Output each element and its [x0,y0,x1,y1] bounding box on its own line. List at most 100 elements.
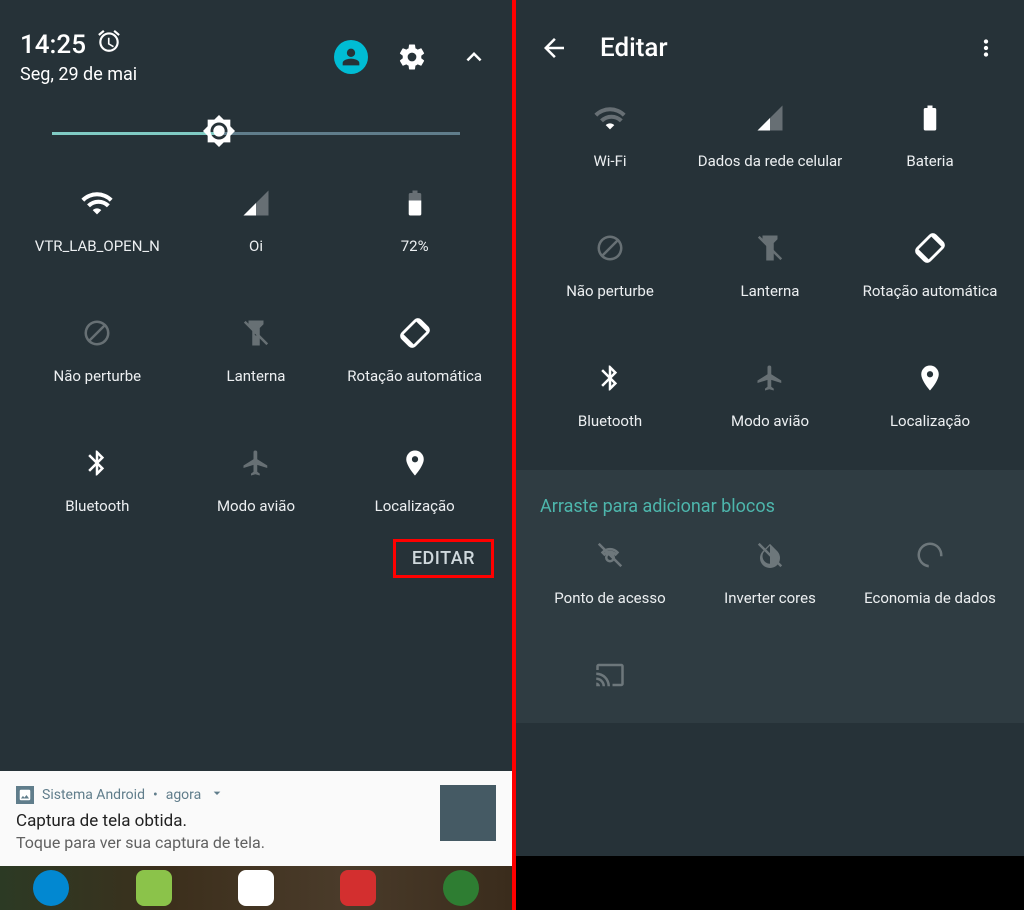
rotation-icon [912,230,948,266]
notification-thumbnail [440,785,496,841]
hotspot-tile[interactable]: Ponto de acesso [530,537,690,607]
clock-date: Seg, 29 de mai [20,64,137,86]
wifi-icon [79,185,115,221]
bluetooth-icon [79,445,115,481]
dnd-icon [79,315,115,351]
flashlight-icon [752,230,788,266]
cellular-tile[interactable]: Oi [177,185,336,255]
airplane-tile[interactable]: Modo avião [690,360,850,430]
wifi-tile[interactable]: Wi-Fi [530,100,690,170]
rotation-tile[interactable]: Rotação automática [850,230,1010,300]
tile-label: Rotação automática [863,282,998,300]
hotspot-icon [592,537,628,573]
more-vert-icon[interactable] [968,30,1004,66]
tile-label: Modo avião [217,497,295,515]
tile-label: Bluetooth [578,412,642,430]
alarm-icon [96,28,122,62]
tile-label: Inverter cores [724,589,816,607]
data-saver-tile[interactable]: Economia de dados [850,537,1010,607]
home-launcher-strip [0,866,512,910]
cellular-tile[interactable]: Dados da rede celular [690,100,850,170]
tile-label: Lanterna [741,282,800,300]
dnd-tile[interactable]: Não perturbe [18,315,177,385]
dnd-icon [592,230,628,266]
notification-header: Sistema Android • agora [16,785,430,805]
tile-label: 72% [401,237,429,255]
tile-label: Localização [375,497,455,515]
chevron-down-icon[interactable] [209,785,225,805]
location-tile[interactable]: Localização [850,360,1010,430]
wifi-tile[interactable]: VTR_LAB_OPEN_N [18,185,177,255]
user-avatar-button[interactable] [334,40,368,74]
flashlight-tile[interactable]: Lanterna [177,315,336,385]
edit-tiles-grid: Wi-Fi Dados da rede celular Bateria Não … [516,90,1024,440]
qs-clock-block: 14:25 Seg, 29 de mai [20,28,137,86]
tile-label: Ponto de acesso [554,589,665,607]
signal-icon [752,100,788,136]
tile-label: Bluetooth [65,497,129,515]
dnd-tile[interactable]: Não perturbe [530,230,690,300]
airplane-tile[interactable]: Modo avião [177,445,336,515]
airplane-icon [238,445,274,481]
brightness-icon [202,114,236,152]
drag-section-title: Arraste para adicionar blocos [530,490,1010,537]
tile-label: Bateria [906,152,953,170]
location-tile[interactable]: Localização [335,445,494,515]
flashlight-tile[interactable]: Lanterna [690,230,850,300]
tile-label: Lanterna [227,367,286,385]
battery-icon [912,100,948,136]
edit-button[interactable]: EDITAR [393,539,494,578]
tile-label: Modo avião [731,412,809,430]
bluetooth-icon [592,360,628,396]
notification-card[interactable]: Sistema Android • agora Captura de tela … [0,771,512,866]
image-icon [16,786,34,804]
battery-tile[interactable]: Bateria [850,100,1010,170]
back-arrow-icon[interactable] [536,30,572,66]
data-saver-icon [912,537,948,573]
qs-header: 14:25 Seg, 29 de mai [0,0,512,104]
cast-icon [592,657,628,693]
qs-tiles-grid: VTR_LAB_OPEN_N Oi 72% Não perturbe Lante… [0,155,512,525]
tile-label: Rotação automática [347,367,482,385]
drag-to-add-section: Arraste para adicionar blocos Ponto de a… [516,470,1024,723]
notification-app: Sistema Android [42,787,145,803]
notification-area: Sistema Android • agora Captura de tela … [0,771,512,910]
edit-header: Editar [516,0,1024,90]
chevron-up-icon[interactable] [456,39,492,75]
rotation-tile[interactable]: Rotação automática [335,315,494,385]
bluetooth-tile[interactable]: Bluetooth [530,360,690,430]
battery-icon [397,185,433,221]
brightness-slider[interactable] [0,104,512,155]
nav-bar-black [516,856,1024,910]
tile-label: Não perturbe [566,282,654,300]
quick-settings-panel: 14:25 Seg, 29 de mai [0,0,512,910]
signal-icon [238,185,274,221]
location-icon [912,360,948,396]
gear-icon[interactable] [394,39,430,75]
invert-colors-tile[interactable]: Inverter cores [690,537,850,607]
location-icon [397,445,433,481]
airplane-icon [752,360,788,396]
page-title: Editar [600,33,940,63]
notification-when: agora [166,787,202,803]
tile-label: Localização [890,412,970,430]
notification-subtitle: Toque para ver sua captura de tela. [16,833,430,852]
tile-label: Dados da rede celular [698,152,842,170]
tile-label: Wi-Fi [593,152,626,170]
qs-header-actions [334,39,492,75]
clock-time: 14:25 [20,30,86,61]
notification-title: Captura de tela obtida. [16,811,430,831]
tile-label: Economia de dados [864,589,996,607]
wifi-icon [592,100,628,136]
qs-edit-row: EDITAR [0,525,512,588]
bluetooth-tile[interactable]: Bluetooth [18,445,177,515]
tile-label: VTR_LAB_OPEN_N [35,237,160,255]
tile-label: Não perturbe [54,367,142,385]
battery-tile[interactable]: 72% [335,185,494,255]
rotation-icon [397,315,433,351]
invert-colors-icon [752,537,788,573]
notification-sep: • [153,787,158,803]
tile-label: Oi [249,237,263,255]
cast-tile[interactable] [530,657,690,693]
edit-tiles-panel: Editar Wi-Fi Dados da rede celular Bater… [512,0,1024,910]
